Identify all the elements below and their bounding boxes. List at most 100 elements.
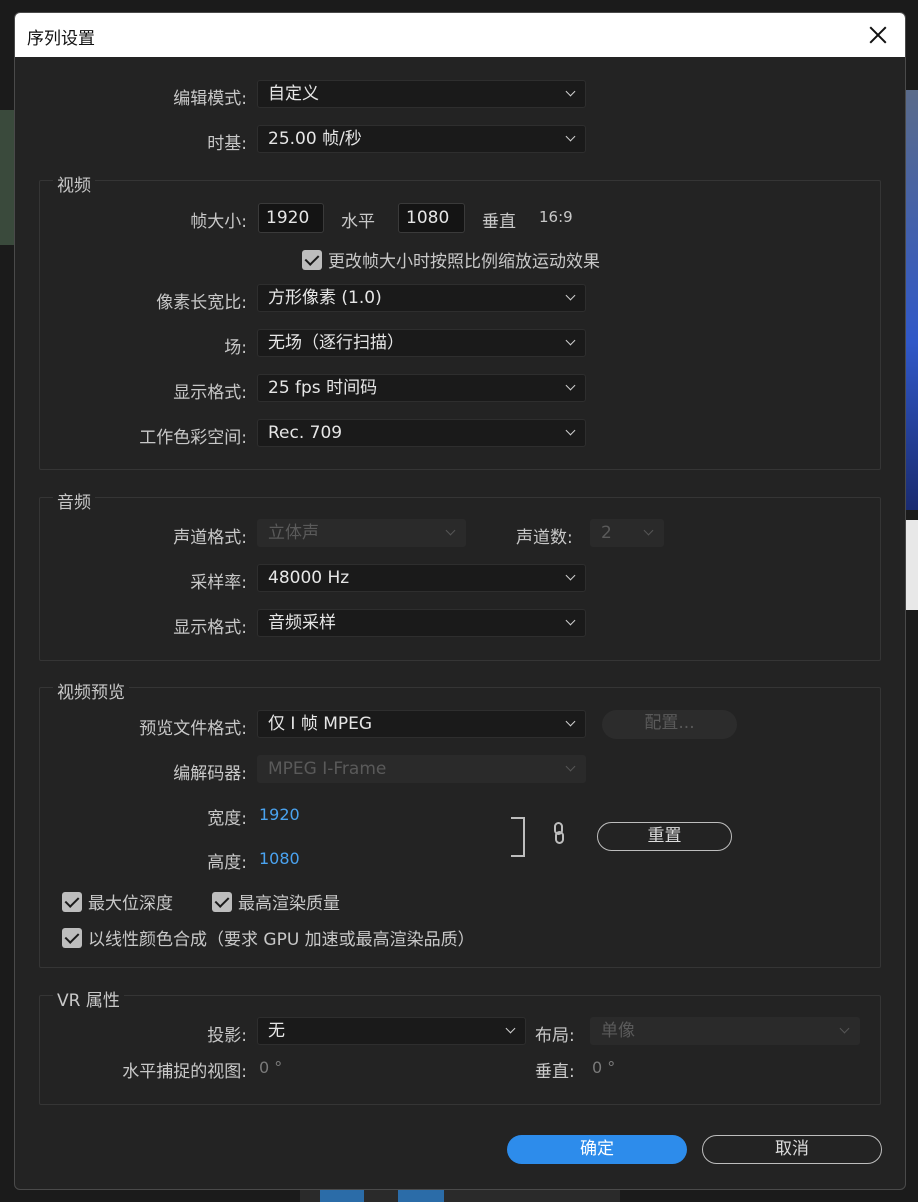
- channel-count-dropdown[interactable]: 2: [590, 519, 664, 547]
- chevron-down-icon: [644, 527, 654, 537]
- codec-label: 编解码器:: [173, 764, 247, 784]
- chevron-down-icon: [840, 1025, 850, 1035]
- frame-height-input[interactable]: 1080: [398, 203, 465, 233]
- chevron-down-icon: [566, 718, 576, 728]
- link-bracket: [511, 817, 525, 857]
- linear-color-label: 以线性颜色合成（要求 GPU 加速或最高渲染品质）: [88, 930, 475, 950]
- title-bar: 序列设置: [15, 13, 905, 57]
- aspect-ratio-text: 16:9: [539, 208, 573, 226]
- chevron-down-icon: [506, 1025, 516, 1035]
- vr-vertical-label: 垂直:: [535, 1062, 575, 1082]
- preview-width-value[interactable]: 1920: [259, 805, 300, 824]
- chevron-down-icon: [446, 527, 456, 537]
- display-format-dropdown[interactable]: 25 fps 时间码: [257, 374, 586, 402]
- chevron-down-icon: [566, 763, 576, 773]
- scale-motion-checkbox-label: 更改帧大小时按照比例缩放运动效果: [328, 252, 600, 272]
- pixel-aspect-label: 像素长宽比:: [156, 293, 247, 313]
- display-format-label: 显示格式:: [173, 383, 247, 403]
- channel-count-value: 2: [601, 523, 612, 543]
- chevron-down-icon: [566, 427, 576, 437]
- channel-count-label: 声道数:: [516, 528, 573, 548]
- layout-value: 单像: [601, 1021, 635, 1041]
- audio-display-format-label: 显示格式:: [173, 618, 247, 638]
- fields-dropdown[interactable]: 无场（逐行扫描）: [257, 329, 586, 357]
- edit-mode-dropdown[interactable]: 自定义: [257, 80, 586, 108]
- link-chain-icon[interactable]: [550, 821, 568, 845]
- scale-motion-checkbox[interactable]: 更改帧大小时按照比例缩放运动效果: [302, 247, 600, 272]
- pixel-aspect-dropdown[interactable]: 方形像素 (1.0): [257, 284, 586, 312]
- layout-dropdown[interactable]: 单像: [590, 1017, 860, 1045]
- sample-rate-value: 48000 Hz: [268, 568, 350, 588]
- vr-properties-group: [39, 995, 881, 1105]
- background-app-fragment: [905, 90, 918, 510]
- frame-width-input[interactable]: 1920: [258, 203, 324, 233]
- configure-button[interactable]: 配置...: [602, 710, 737, 739]
- horizontal-label: 水平: [341, 212, 375, 232]
- audio-display-format-dropdown[interactable]: 音频采样: [257, 609, 586, 637]
- preview-file-format-label: 预览文件格式:: [139, 719, 247, 739]
- channel-format-value: 立体声: [268, 523, 319, 543]
- video-group-title: 视频: [53, 171, 95, 196]
- projection-value: 无: [268, 1021, 285, 1041]
- color-space-label: 工作色彩空间:: [139, 428, 247, 448]
- channel-format-label: 声道格式:: [173, 528, 247, 548]
- sample-rate-dropdown[interactable]: 48000 Hz: [257, 564, 586, 592]
- codec-value: MPEG I-Frame: [268, 759, 387, 779]
- background-app-fragment: [905, 520, 918, 610]
- max-bit-depth-checkbox[interactable]: 最大位深度: [62, 889, 173, 914]
- preview-height-label: 高度:: [207, 853, 247, 873]
- ok-button[interactable]: 确定: [507, 1135, 687, 1164]
- vertical-label: 垂直: [482, 212, 516, 232]
- max-render-quality-checkbox[interactable]: 最高渲染质量: [212, 889, 340, 914]
- layout-label: 布局:: [535, 1026, 575, 1046]
- background-timeline-fragment: [300, 1188, 620, 1202]
- horizontal-view-value: 0 °: [259, 1058, 283, 1077]
- max-render-quality-label: 最高渲染质量: [238, 894, 340, 914]
- video-preview-group-title: 视频预览: [53, 678, 129, 703]
- fields-label: 场:: [224, 338, 247, 358]
- checkbox-checked-icon: [302, 249, 322, 270]
- chevron-down-icon: [566, 292, 576, 302]
- projection-label: 投影:: [207, 1026, 247, 1046]
- vr-group-title: VR 属性: [53, 986, 124, 1011]
- checkbox-checked-icon: [212, 891, 232, 912]
- chevron-down-icon: [566, 88, 576, 98]
- vr-vertical-value: 0 °: [592, 1058, 616, 1077]
- codec-dropdown[interactable]: MPEG I-Frame: [257, 755, 586, 783]
- cancel-button[interactable]: 取消: [702, 1135, 882, 1164]
- reset-button[interactable]: 重置: [597, 822, 732, 851]
- preview-height-value[interactable]: 1080: [259, 849, 300, 868]
- channel-format-dropdown[interactable]: 立体声: [257, 519, 466, 547]
- sequence-settings-dialog: 序列设置 编辑模式: 自定义 时基: 25.00 帧/秒 视频 帧大小: 192…: [14, 12, 906, 1190]
- chevron-down-icon: [566, 617, 576, 627]
- timebase-dropdown[interactable]: 25.00 帧/秒: [257, 125, 586, 153]
- pixel-aspect-value: 方形像素 (1.0): [268, 288, 382, 308]
- timebase-value: 25.00 帧/秒: [268, 129, 362, 149]
- edit-mode-value: 自定义: [268, 84, 319, 104]
- preview-file-format-value: 仅 I 帧 MPEG: [268, 714, 373, 734]
- timebase-label: 时基:: [207, 134, 247, 154]
- chevron-down-icon: [566, 382, 576, 392]
- checkbox-checked-icon: [62, 891, 82, 912]
- chevron-down-icon: [566, 337, 576, 347]
- display-format-value: 25 fps 时间码: [268, 378, 378, 398]
- frame-size-label: 帧大小:: [190, 212, 247, 232]
- checkbox-checked-icon: [62, 927, 82, 948]
- edit-mode-label: 编辑模式:: [173, 89, 247, 109]
- linear-color-checkbox[interactable]: 以线性颜色合成（要求 GPU 加速或最高渲染品质）: [62, 925, 475, 950]
- dialog-title: 序列设置: [27, 29, 95, 49]
- color-space-value: Rec. 709: [268, 423, 343, 443]
- fields-value: 无场（逐行扫描）: [268, 333, 404, 353]
- max-bit-depth-label: 最大位深度: [88, 894, 173, 914]
- chevron-down-icon: [566, 133, 576, 143]
- projection-dropdown[interactable]: 无: [257, 1017, 526, 1045]
- color-space-dropdown[interactable]: Rec. 709: [257, 419, 586, 447]
- chevron-down-icon: [566, 572, 576, 582]
- close-icon[interactable]: [865, 22, 891, 48]
- horizontal-view-label: 水平捕捉的视图:: [122, 1062, 247, 1082]
- preview-file-format-dropdown[interactable]: 仅 I 帧 MPEG: [257, 710, 586, 738]
- preview-width-label: 宽度:: [207, 809, 247, 829]
- sample-rate-label: 采样率:: [190, 573, 247, 593]
- audio-display-format-value: 音频采样: [268, 613, 336, 633]
- audio-group-title: 音频: [53, 488, 95, 513]
